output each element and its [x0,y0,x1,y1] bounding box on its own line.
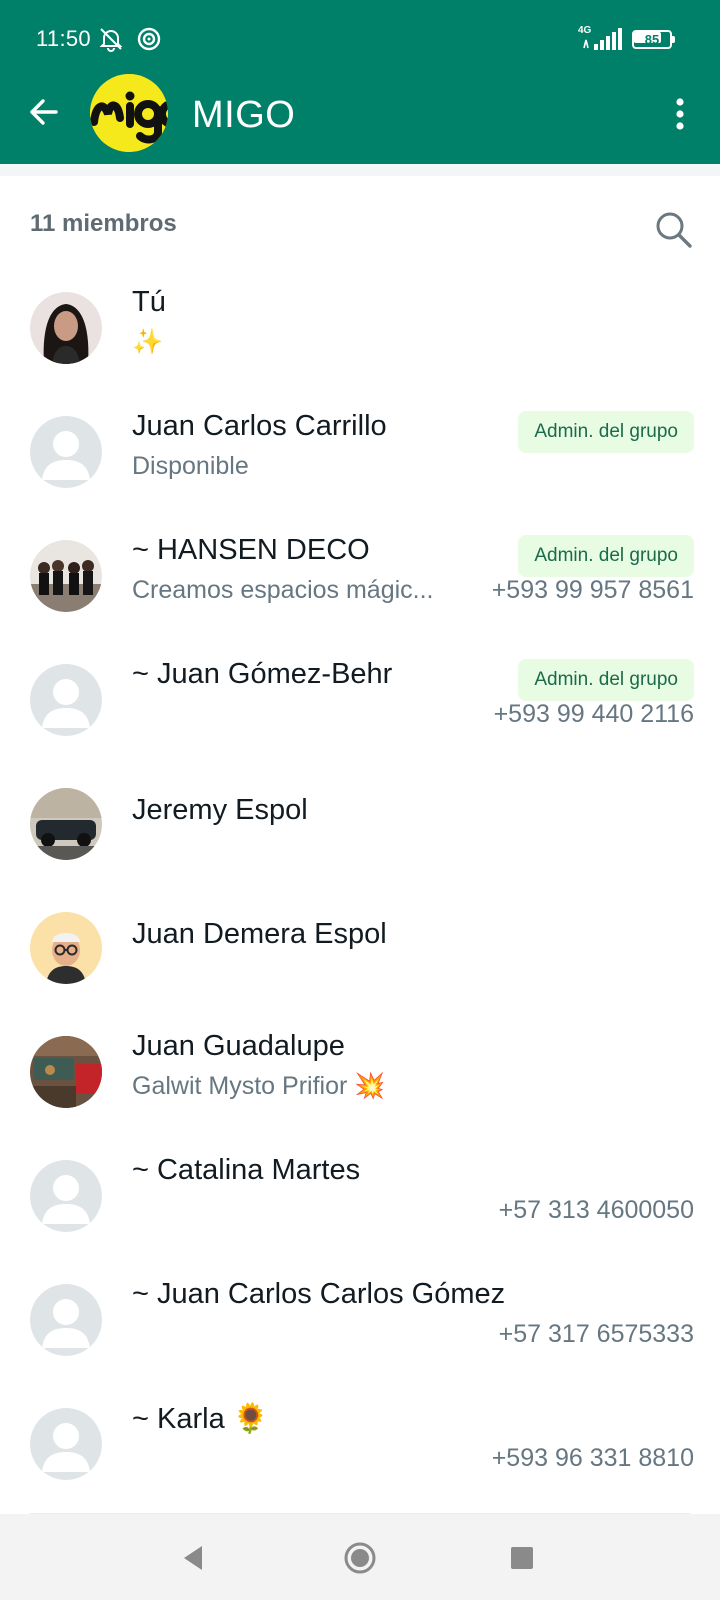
member-avatar [30,912,102,984]
member-avatar [30,788,102,860]
member-avatar [30,416,102,488]
members-count: 11 miembros [30,210,177,237]
battery-cap [672,36,675,43]
member-phone: +57 313 4600050 [498,1196,694,1224]
member-phone: +593 99 440 2116 [493,700,694,728]
app-header: 11:50 4G 85 MIGO [0,0,720,164]
search-icon[interactable] [652,208,696,252]
default-avatar-icon [42,1175,90,1224]
default-avatar-icon [42,1423,90,1472]
more-vert-icon[interactable] [664,94,696,134]
group-title[interactable]: MIGO [192,94,295,137]
battery-percent: 85 [644,32,660,47]
memoji-avatar [30,912,102,984]
member-phone: +593 99 957 8561 [491,576,694,604]
member-avatar [30,1160,102,1232]
arrow-left-icon[interactable] [24,92,64,132]
member-row[interactable]: Juan Demera Espol [0,886,720,1010]
signal-strength-icon [583,28,622,50]
car-photo-avatar [30,788,102,860]
member-name: ~ Karla 🌻 [132,1403,269,1435]
member-phone: +57 317 6575333 [498,1320,694,1348]
data-saver-icon [137,27,161,51]
circle-home-icon[interactable] [342,1540,378,1576]
member-name: Juan Carlos Carrillo [132,410,387,442]
member-status: Creamos espacios mágic... [132,576,434,604]
group-members-screen: 11:50 4G 85 MIGO 11 miembros Tú ✨ Juan C… [0,0,720,1600]
migo-logo [90,74,168,152]
member-avatar [30,1408,102,1480]
group-avatar[interactable] [90,74,168,152]
section-divider [0,164,720,176]
square-recents-icon[interactable] [504,1540,540,1576]
workshop-photo-avatar [30,1036,102,1108]
member-name: ~ Catalina Martes [132,1154,361,1186]
member-avatar [30,1284,102,1356]
member-name: ~ Juan Gómez-Behr [132,658,393,690]
default-avatar-icon [42,1299,90,1348]
member-row[interactable]: ~ HANSEN DECO Creamos espacios mágic... … [0,514,720,638]
member-row[interactable]: Juan Carlos Carrillo Disponible Admin. d… [0,390,720,514]
member-name: ~ Juan Carlos Carlos Gómez [132,1278,506,1310]
member-name: Juan Guadalupe [132,1030,345,1062]
member-status: Disponible [132,452,249,480]
member-phone: +593 96 331 8810 [491,1444,694,1472]
woman-photo-avatar [30,292,102,364]
admin-badge: Admin. del grupo [518,411,694,453]
battery-indicator: 85 [632,30,675,49]
member-row[interactable]: Tú ✨ [0,266,720,390]
member-avatar [30,664,102,736]
member-row[interactable]: Juan Guadalupe Galwit Mysto Prifior 💥 [0,1010,720,1134]
member-avatar [30,1036,102,1108]
member-name: ~ HANSEN DECO [132,534,370,566]
status-time: 11:50 [36,26,91,51]
group-photo-avatar [30,540,102,612]
admin-badge: Admin. del grupo [518,535,694,577]
member-name: Juan Demera Espol [132,918,387,950]
member-row[interactable]: ~ Juan Gómez-Behr Admin. del grupo +593 … [0,638,720,762]
member-avatar [30,292,102,364]
member-status: ✨ [132,328,164,356]
default-avatar-icon [42,679,90,728]
triangle-back-icon[interactable] [176,1540,212,1576]
member-row[interactable]: ~ Juan Carlos Carlos Gómez +57 317 65753… [0,1258,720,1382]
member-row[interactable]: ~ Karla 🌻 +593 96 331 8810 [0,1382,720,1506]
default-avatar-icon [42,431,90,480]
member-status: Galwit Mysto Prifior 💥 [132,1072,386,1100]
member-row[interactable]: ~ Catalina Martes +57 313 4600050 [0,1134,720,1258]
alarm-off-icon [99,28,123,52]
member-name: Jeremy Espol [132,794,308,826]
member-row[interactable]: Jeremy Espol [0,762,720,886]
member-name: Tú [132,286,166,318]
member-avatar [30,540,102,612]
system-nav-bar [0,1514,720,1600]
admin-badge: Admin. del grupo [518,659,694,701]
